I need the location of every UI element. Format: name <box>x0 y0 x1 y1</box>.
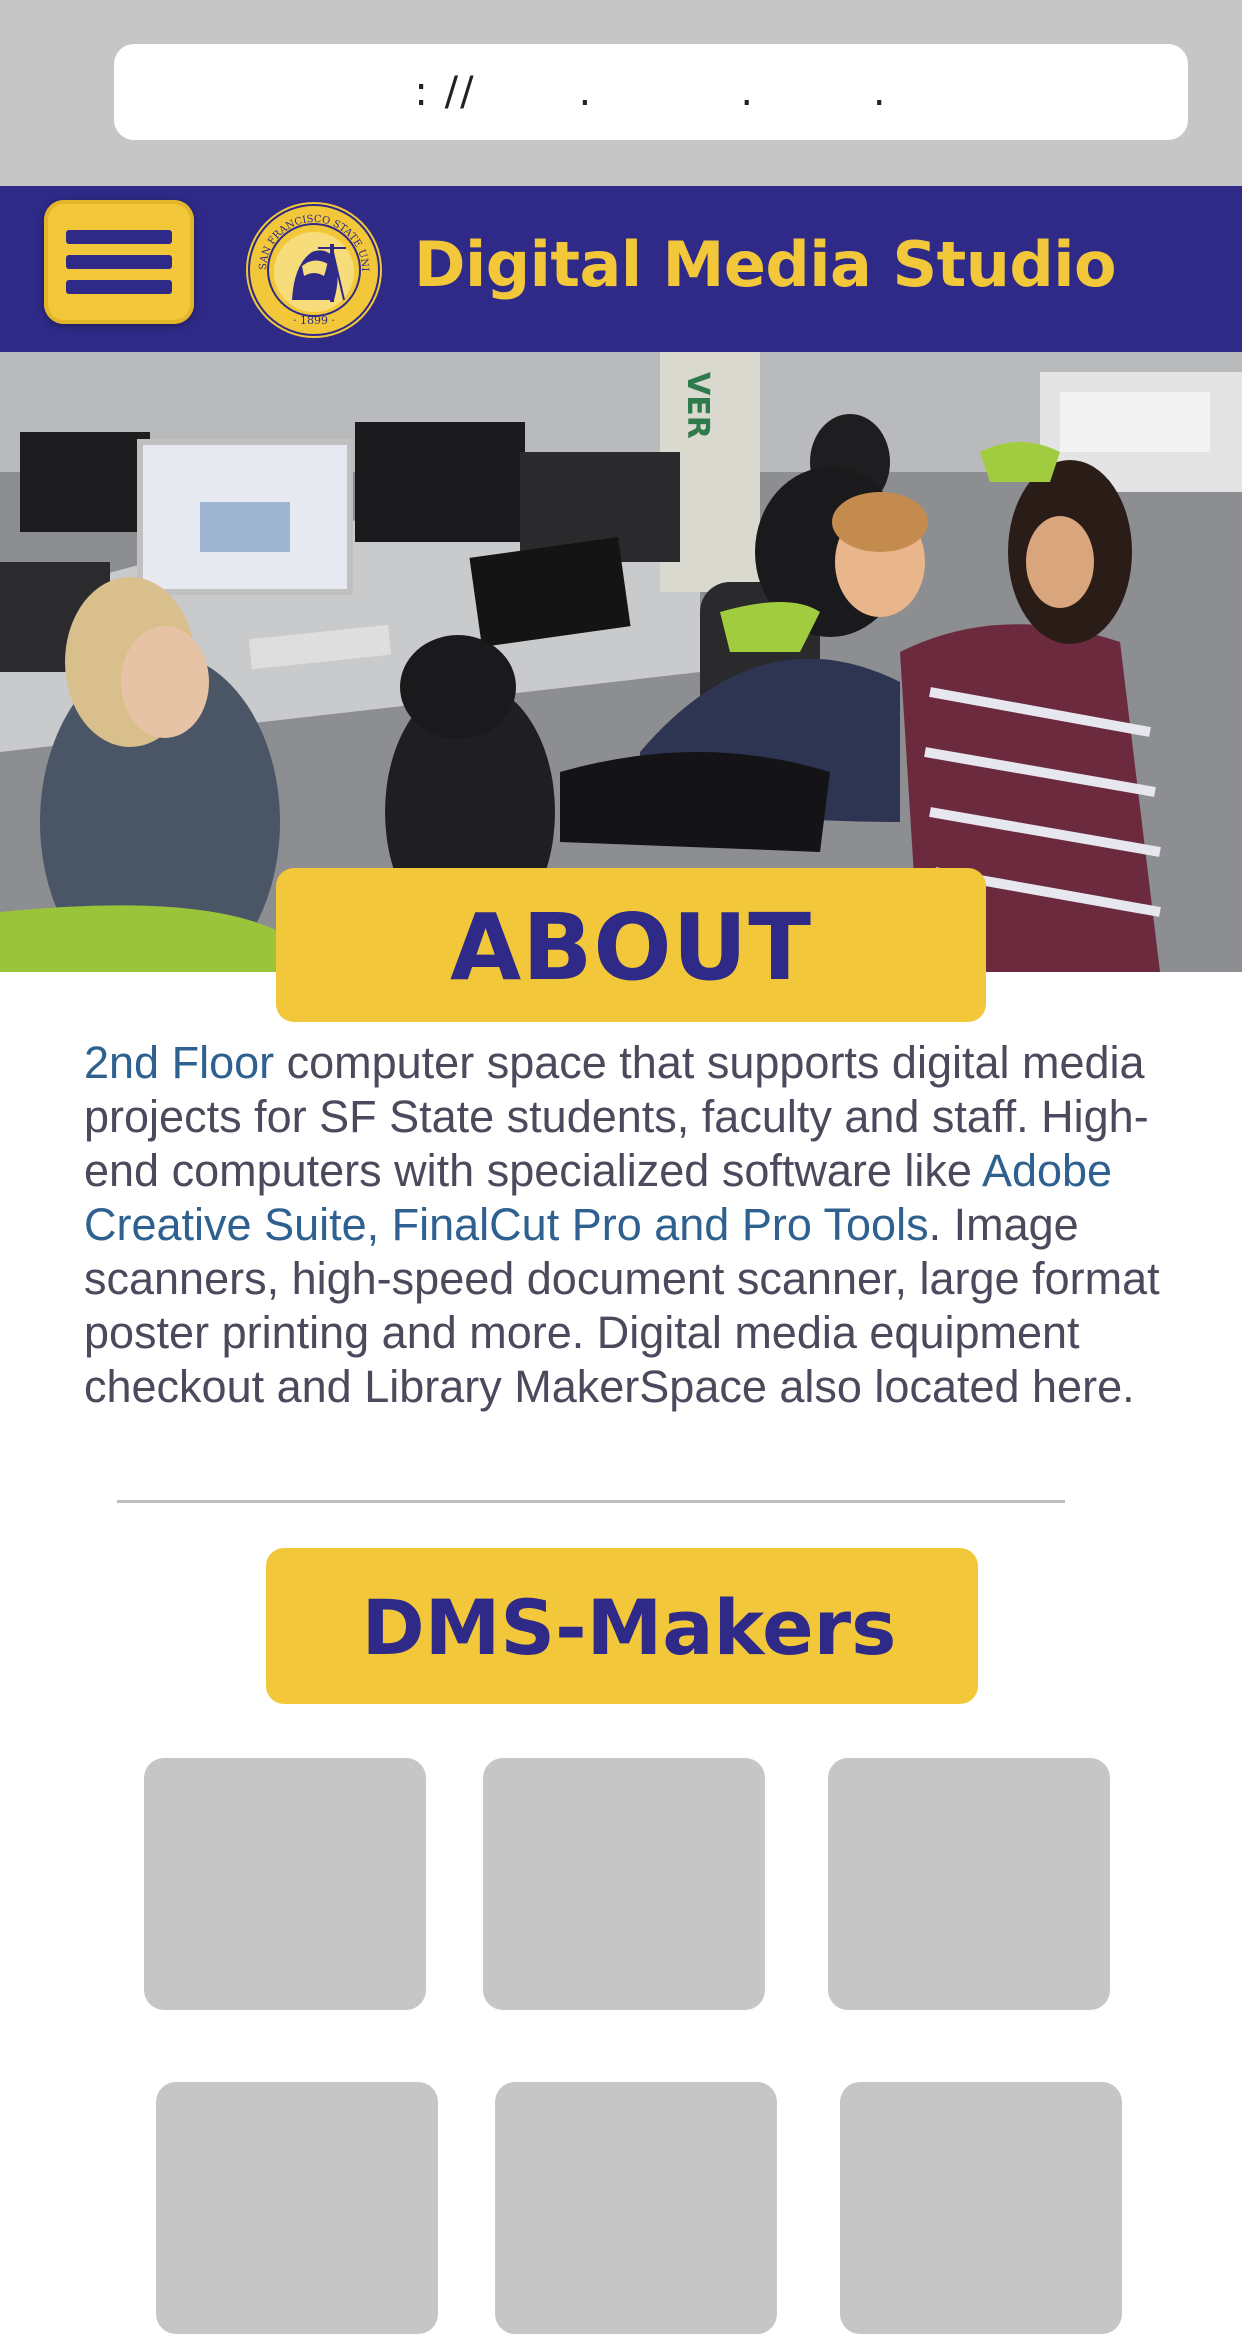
maker-tile-placeholder[interactable] <box>495 2082 777 2334</box>
about-heading: ABOUT <box>276 868 986 1022</box>
menu-icon-bar <box>66 230 172 244</box>
maker-tile-placeholder[interactable] <box>483 1758 765 2010</box>
maker-tile-placeholder[interactable] <box>156 2082 438 2334</box>
section-divider <box>117 1500 1065 1503</box>
maker-tile-placeholder[interactable] <box>840 2082 1122 2334</box>
university-seal-logo[interactable]: SAN FRANCISCO STATE UNIVERSITY · 1899 · <box>244 200 384 340</box>
dms-makers-heading: DMS-Makers <box>266 1548 978 1704</box>
svg-text:· 1899 ·: · 1899 · <box>293 314 335 327</box>
site-header: SAN FRANCISCO STATE UNIVERSITY · 1899 · … <box>0 186 1242 352</box>
site-title[interactable]: Digital Media Studio <box>414 228 1117 301</box>
hamburger-menu-button[interactable] <box>44 200 194 324</box>
maker-tile-placeholder[interactable] <box>828 1758 1110 2010</box>
maker-tile-placeholder[interactable] <box>144 1758 426 2010</box>
second-floor-link[interactable]: 2nd Floor <box>84 1037 274 1088</box>
about-description: 2nd Floor computer space that supports d… <box>84 1036 1164 1414</box>
menu-icon-bar <box>66 280 172 294</box>
menu-icon-bar <box>66 255 172 269</box>
svg-text:VER: VER <box>680 372 715 439</box>
address-bar[interactable]: : // . . . <box>114 44 1188 140</box>
browser-top-bar: : // . . . <box>0 0 1242 186</box>
